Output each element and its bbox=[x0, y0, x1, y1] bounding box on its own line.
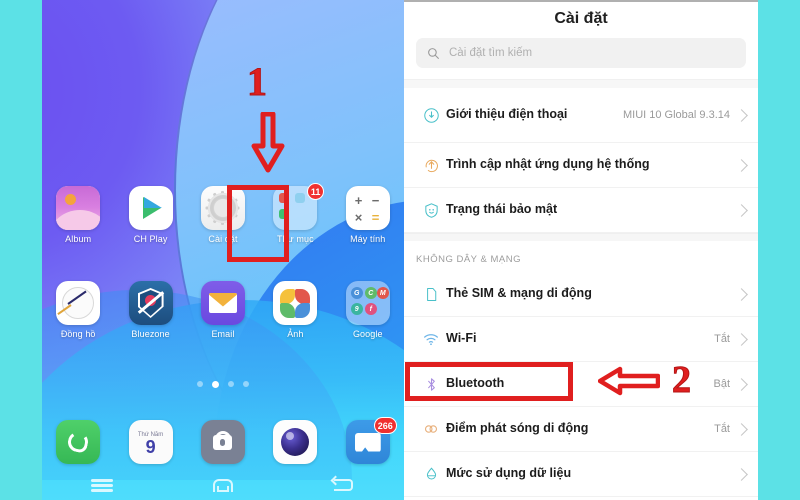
app-label: Đồng hồ bbox=[60, 329, 96, 339]
search-input[interactable]: Cài đặt tìm kiếm bbox=[416, 38, 746, 68]
settings-row-data-usage[interactable]: Mức sử dụng dữ liệu bbox=[404, 452, 758, 497]
google-folder-icon: G C M 9 f bbox=[345, 281, 390, 325]
chevron-right-icon bbox=[735, 203, 748, 217]
calendar-day: 9 bbox=[145, 436, 156, 457]
settings-panel: Cài đặt Cài đặt tìm kiếm Giới thiệu điện… bbox=[404, 0, 758, 500]
arrow-left-icon bbox=[597, 366, 661, 396]
app-may-tinh[interactable]: + − × = Máy tính bbox=[337, 186, 399, 244]
phone-home-screen: 1 Album CH Play Cài đặt 11 Thư mục + − ×… bbox=[42, 0, 404, 500]
clock-icon bbox=[56, 281, 101, 325]
app-label: Google bbox=[352, 329, 383, 339]
app-label: Ảnh bbox=[287, 329, 304, 339]
chevron-right-icon bbox=[735, 108, 748, 122]
settings-row-label: Trạng thái bảo mật bbox=[446, 202, 558, 217]
screenshot-root: 1 Album CH Play Cài đặt 11 Thư mục + − ×… bbox=[0, 0, 800, 500]
messages-badge: 266 bbox=[373, 417, 397, 434]
app-bluezone[interactable]: Bluezone bbox=[120, 281, 182, 339]
step-1-number: 1 bbox=[247, 59, 268, 105]
app-google[interactable]: G C M 9 f Google bbox=[337, 281, 399, 339]
app-label: Email bbox=[211, 329, 235, 339]
android-navbar bbox=[42, 475, 404, 494]
chevron-right-icon bbox=[735, 287, 748, 301]
settings-row-value: Tắt bbox=[714, 333, 730, 345]
settings-row-sim-mobile-network[interactable]: Thẻ SIM & mạng di động bbox=[404, 272, 758, 317]
play-store-icon bbox=[128, 186, 173, 230]
page-dot-active[interactable] bbox=[212, 381, 219, 388]
highlight-box-cai-dat bbox=[227, 185, 289, 262]
home-icon[interactable] bbox=[208, 476, 238, 494]
settings-row-value: MIUI 10 Global 9.3.14 bbox=[622, 109, 730, 121]
status-bar-line bbox=[404, 0, 758, 2]
app-label: Máy tính bbox=[350, 234, 386, 244]
dock-phone[interactable] bbox=[47, 420, 109, 468]
section-divider bbox=[404, 79, 758, 88]
chevron-right-icon bbox=[735, 158, 748, 172]
app-label: CH Play bbox=[133, 234, 168, 244]
back-icon[interactable] bbox=[329, 475, 359, 494]
hotspot-icon bbox=[416, 420, 446, 438]
dock-camera[interactable] bbox=[264, 420, 326, 468]
app-label: Bluezone bbox=[131, 329, 170, 339]
page-dot[interactable] bbox=[243, 381, 249, 387]
app-label: Album bbox=[65, 234, 92, 244]
settings-row-value: Bật bbox=[713, 378, 730, 390]
lock-icon bbox=[200, 420, 245, 464]
settings-row-mobile-hotspot[interactable]: Điểm phát sóng di động Tắt bbox=[404, 407, 758, 452]
dock-lock[interactable] bbox=[192, 420, 254, 468]
bluetooth-icon bbox=[416, 376, 446, 393]
search-icon bbox=[428, 47, 439, 59]
page-indicator-dots bbox=[42, 381, 404, 388]
search-placeholder: Cài đặt tìm kiếm bbox=[449, 47, 533, 59]
album-icon bbox=[56, 186, 101, 230]
settings-row-value: Tắt bbox=[714, 423, 730, 435]
settings-row-security-status[interactable]: Trạng thái bảo mật bbox=[404, 188, 758, 233]
app-dong-ho[interactable]: Đồng hồ bbox=[47, 281, 109, 339]
app-row-2: Đồng hồ Bluezone Email Ảnh G C M 9 f Goo… bbox=[42, 281, 404, 339]
photos-pinwheel-icon bbox=[273, 281, 318, 325]
chevron-right-icon bbox=[735, 332, 748, 346]
settings-row-label: Giới thiệu điện thoại bbox=[446, 107, 568, 122]
chevron-right-icon bbox=[735, 467, 748, 481]
app-email[interactable]: Email bbox=[192, 281, 254, 339]
settings-row-bluetooth[interactable]: Bluetooth Bật bbox=[404, 362, 758, 407]
wifi-icon bbox=[416, 330, 446, 348]
page-dot[interactable] bbox=[228, 381, 234, 387]
update-arrow-icon bbox=[416, 157, 446, 174]
settings-row-label: Điểm phát sóng di động bbox=[446, 421, 589, 436]
arrow-down-icon bbox=[250, 111, 286, 174]
menu-icon[interactable] bbox=[87, 476, 117, 494]
email-envelope-icon bbox=[200, 281, 245, 325]
settings-row-label: Wi-Fi bbox=[446, 331, 477, 346]
app-anh[interactable]: Ảnh bbox=[264, 281, 326, 339]
page-dot[interactable] bbox=[197, 381, 203, 387]
app-row-1: Album CH Play Cài đặt 11 Thư mục + − × =… bbox=[42, 183, 404, 244]
security-shield-icon bbox=[416, 202, 446, 219]
phone-icon bbox=[56, 420, 101, 464]
dock-row: Thứ Năm 9 266 bbox=[42, 417, 404, 468]
calculator-icon: + − × = bbox=[345, 186, 390, 230]
settings-row-label: Thẻ SIM & mạng di động bbox=[446, 286, 592, 301]
dock-messages[interactable]: 266 bbox=[337, 417, 399, 468]
sim-card-icon bbox=[416, 286, 446, 303]
settings-row-system-app-updater[interactable]: Trình cập nhật ứng dụng hệ thống bbox=[404, 143, 758, 188]
group-divider bbox=[404, 233, 758, 241]
folder-badge: 11 bbox=[306, 183, 325, 200]
chevron-right-icon bbox=[735, 422, 748, 436]
step-2-number: 2 bbox=[672, 359, 692, 402]
settings-row-label: Mức sử dụng dữ liệu bbox=[446, 466, 572, 481]
camera-icon bbox=[273, 420, 318, 464]
app-ch-play[interactable]: CH Play bbox=[120, 186, 182, 244]
info-circle-icon bbox=[416, 107, 446, 124]
group-header-wireless: KHÔNG DÂY & MẠNG bbox=[404, 241, 758, 272]
page-title: Cài đặt bbox=[554, 10, 608, 27]
app-album[interactable]: Album bbox=[47, 186, 109, 244]
settings-row-wifi[interactable]: Wi-Fi Tắt bbox=[404, 317, 758, 362]
bluezone-shield-icon bbox=[128, 281, 173, 325]
settings-row-label: Trình cập nhật ứng dụng hệ thống bbox=[446, 157, 650, 172]
calendar-icon: Thứ Năm 9 bbox=[128, 420, 173, 464]
dock-calendar[interactable]: Thứ Năm 9 bbox=[120, 420, 182, 468]
data-usage-icon bbox=[416, 466, 446, 483]
settings-row-about-phone[interactable]: Giới thiệu điện thoại MIUI 10 Global 9.3… bbox=[404, 88, 758, 143]
chevron-right-icon bbox=[735, 377, 748, 391]
